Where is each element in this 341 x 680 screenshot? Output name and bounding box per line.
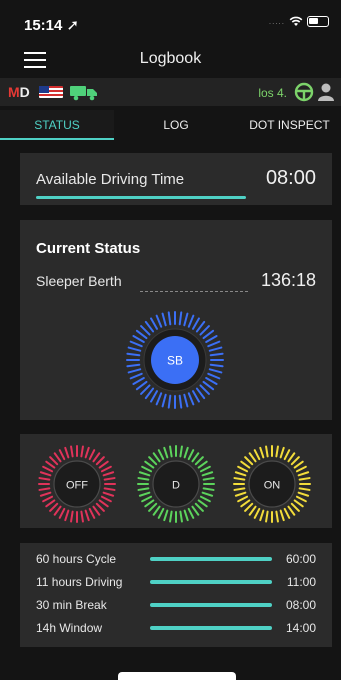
summary-row-break: 30 min Break 08:00 <box>36 594 316 616</box>
summary-label: 60 hours Cycle <box>36 552 117 566</box>
current-status-hours: 136:18 <box>260 270 316 290</box>
summary-bar <box>150 626 272 630</box>
los-indicator: los 4. <box>258 86 287 100</box>
tab-bar: STATUS LOG DOT INSPECT <box>0 110 341 140</box>
summary-row-cycle: 60 hours Cycle 60:00 <box>36 548 316 570</box>
status-bar: 15:14 ➚ ..... <box>0 0 341 44</box>
clock: 15:14 ➚ <box>24 16 79 34</box>
sb-dial-label: SB <box>167 354 183 368</box>
md-m: M <box>8 84 20 100</box>
summary-value: 08:00 <box>285 598 316 612</box>
page-title: Logbook <box>139 50 202 67</box>
location-arrow-icon: ➚ <box>66 17 80 34</box>
user-icon[interactable] <box>317 82 335 102</box>
tab-status[interactable]: STATUS <box>0 110 114 140</box>
summary-bar <box>150 580 272 584</box>
md-indicator: MD <box>8 84 30 100</box>
summary-label: 11 hours Driving <box>36 575 123 589</box>
md-d: D <box>19 84 30 100</box>
hours-summary-panel: 60 hours Cycle 60:00 11 hours Driving 11… <box>20 543 332 647</box>
summary-bar <box>150 603 272 607</box>
available-driving-value: 08:00 <box>265 167 316 189</box>
summary-value: 11:00 <box>286 575 316 589</box>
on-duty-button[interactable]: ON <box>232 444 312 524</box>
available-driving-bar <box>36 196 246 199</box>
truck-icon <box>70 86 97 101</box>
summary-row-window: 14h Window 14:00 <box>36 617 316 639</box>
current-status-title: Current Status <box>36 240 141 257</box>
off-duty-button[interactable]: OFF <box>37 444 117 524</box>
current-status-label: Sleeper Berth <box>36 273 122 289</box>
off-duty-label: OFF <box>66 480 88 492</box>
summary-value: 60:00 <box>285 552 316 566</box>
status-buttons-panel: OFF D ON <box>20 434 332 528</box>
driving-button[interactable]: D <box>136 444 216 524</box>
indicator-row: MD los 4. <box>0 78 341 106</box>
sleeper-berth-dial[interactable]: SB <box>125 310 225 410</box>
steering-wheel-icon[interactable] <box>294 82 314 102</box>
home-indicator <box>118 672 236 680</box>
tab-dot-inspect[interactable]: DOT INSPECT <box>238 110 341 140</box>
wifi-icon <box>289 16 303 26</box>
summary-bar <box>150 557 272 561</box>
summary-label: 30 min Break <box>36 598 107 612</box>
signal-dots: ..... <box>268 17 285 26</box>
app-header: Logbook <box>0 44 341 76</box>
us-flag-icon <box>39 86 63 98</box>
current-status-panel: Current Status Sleeper Berth 136:18 SB <box>20 220 332 420</box>
summary-value: 14:00 <box>285 621 316 635</box>
on-duty-label: ON <box>264 480 281 492</box>
driving-label: D <box>172 480 180 492</box>
available-driving-panel: Available Driving Time 08:00 <box>20 153 332 205</box>
tab-log[interactable]: LOG <box>114 110 238 140</box>
available-driving-label: Available Driving Time <box>36 171 185 188</box>
dashed-divider <box>140 291 248 292</box>
battery-icon <box>307 16 329 27</box>
summary-label: 14h Window <box>36 621 103 635</box>
clock-text: 15:14 <box>24 17 63 34</box>
summary-row-driving: 11 hours Driving 11:00 <box>36 571 316 593</box>
